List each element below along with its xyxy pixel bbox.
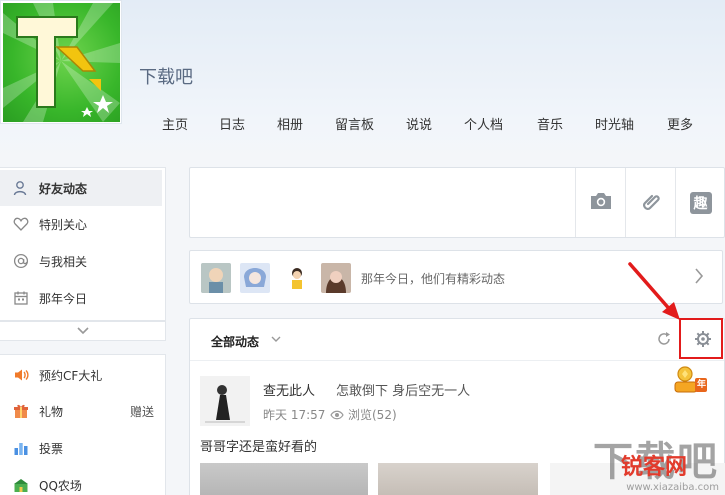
post-content: 哥哥字还是蛮好看的 — [200, 440, 318, 455]
sidebar-app-cf[interactable]: 预约CF大礼 — [0, 357, 162, 393]
sidebar-app-gift[interactable]: 礼物 赠送 — [0, 393, 162, 429]
this-day-text: 那年今日，他们有精彩动态 — [361, 272, 506, 286]
year-badge-label: 年 — [697, 380, 707, 390]
camera-icon — [589, 191, 613, 214]
space-title[interactable]: 下载吧 — [139, 63, 193, 89]
logo-image — [3, 3, 120, 122]
chevron-right-icon[interactable] — [694, 267, 704, 288]
qu-label: 趣 — [693, 195, 708, 212]
post-author-signature: 怎敢倒下 身后空无一人 — [336, 384, 471, 399]
farm-icon — [12, 476, 30, 494]
annotation-arrow-icon — [620, 258, 690, 331]
post-timestamp: 昨天 17:57 — [263, 408, 326, 422]
nav-more[interactable]: 更多 — [667, 114, 693, 133]
nav-timeline[interactable]: 时光轴 — [595, 114, 634, 133]
link-button[interactable] — [625, 168, 675, 237]
sidebar-app-vote[interactable]: 投票 — [0, 430, 162, 466]
gift-icon — [12, 402, 30, 420]
sidebar-item-label: QQ农场 — [39, 478, 82, 493]
nav-album[interactable]: 相册 — [277, 114, 303, 133]
friend-avatar[interactable] — [240, 263, 270, 293]
sidebar-collapse-button[interactable] — [0, 321, 166, 341]
friend-avatar[interactable] — [282, 263, 312, 293]
post-author-name[interactable]: 查无此人 — [263, 380, 315, 399]
friend-avatar[interactable] — [201, 263, 231, 293]
nav-shuoshuo[interactable]: 说说 — [406, 114, 432, 133]
fun-button[interactable]: 趣 — [675, 168, 725, 237]
year-badge[interactable]: 年 — [673, 365, 709, 398]
post-view-count: 浏览(52) — [330, 406, 397, 423]
post-author-avatar[interactable] — [200, 376, 250, 426]
nav-messageboard[interactable]: 留言板 — [335, 114, 374, 133]
qu-icon: 趣 — [689, 191, 712, 214]
sidebar-item-label: 投票 — [39, 441, 64, 456]
post-views-label: 浏览(52) — [348, 408, 397, 422]
camera-button[interactable] — [575, 168, 625, 237]
sidebar-item-label: 与我相关 — [39, 254, 88, 269]
friend-avatar[interactable] — [321, 263, 351, 293]
post-photo[interactable] — [378, 463, 538, 495]
sidebar-item-label: 预约CF大礼 — [39, 368, 103, 383]
sidebar-item-label: 礼物 — [39, 404, 64, 419]
nav-home[interactable]: 主页 — [162, 114, 188, 133]
nav-music[interactable]: 音乐 — [537, 114, 563, 133]
sidebar-apps: 预约CF大礼 礼物 赠送 投票 QQ农场 — [0, 354, 166, 495]
refresh-icon[interactable] — [656, 331, 672, 350]
nav-profile[interactable]: 个人档 — [464, 114, 503, 133]
sidebar-item-label: 那年今日 — [39, 291, 88, 306]
person-icon — [12, 179, 30, 197]
sidebar-item-this-day[interactable]: 那年今日 — [0, 280, 162, 316]
calendar-icon — [12, 289, 30, 307]
space-logo[interactable] — [0, 0, 122, 124]
gift-send-link[interactable]: 赠送 — [130, 403, 154, 420]
link-icon — [640, 190, 662, 215]
feed-filter-dropdown[interactable]: 全部动态 — [211, 333, 259, 350]
status-composer[interactable]: 趣 — [189, 167, 725, 238]
post-photo[interactable] — [200, 463, 368, 495]
nav-blog[interactable]: 日志 — [219, 114, 245, 133]
sidebar-app-farm[interactable]: QQ农场 — [0, 467, 162, 495]
sidebar-item-special-care[interactable]: 特别关心 — [0, 206, 162, 242]
bar-chart-icon — [12, 439, 30, 457]
chevron-down-icon — [76, 324, 89, 338]
at-icon — [12, 252, 30, 270]
heart-icon — [12, 215, 30, 233]
sidebar-item-friend-feed[interactable]: 好友动态 — [0, 170, 162, 206]
eye-icon — [330, 410, 344, 419]
speaker-icon — [12, 366, 30, 384]
sidebar-item-label: 特别关心 — [39, 217, 88, 232]
sidebar-feed-menu: 好友动态 特别关心 与我相关 那年今日 — [0, 167, 166, 321]
sidebar-item-label: 好友动态 — [39, 181, 88, 196]
sidebar-item-related[interactable]: 与我相关 — [0, 243, 162, 279]
chevron-down-icon[interactable] — [271, 333, 281, 347]
watermark-site-name: 锐客网 — [620, 455, 687, 480]
